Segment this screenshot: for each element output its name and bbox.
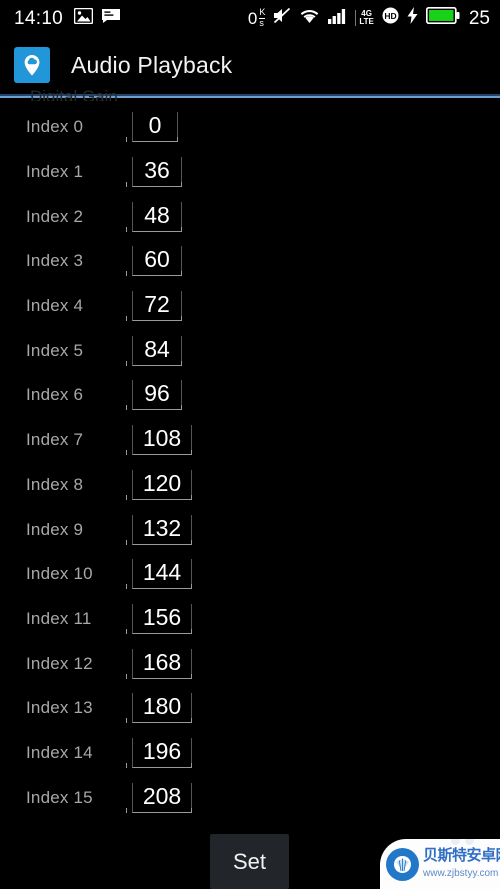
gain-value-input[interactable] [132,246,182,277]
gain-index-row: Index 2 [0,194,500,239]
gain-index-label: Index 14 [26,742,93,762]
shell-logo-icon [386,847,419,881]
gain-value-field-wrapper [126,514,192,545]
action-bar: Audio Playback [0,36,500,94]
gain-value-input[interactable] [132,291,182,322]
gain-index-label: Index 6 [26,385,84,405]
gain-index-row: Index 1 [0,150,500,195]
wifi-icon [299,8,320,29]
set-button[interactable]: Set [210,834,289,889]
network-rate: 0 Ks [247,7,266,28]
gain-value-input[interactable] [132,514,192,545]
page-title: Audio Playback [71,51,233,78]
image-icon [73,7,94,29]
gain-value-input[interactable] [132,782,192,813]
watermark-url: www.zjbstyy.com [423,868,499,879]
watermark-text: 贝斯特安卓网 www.zjbstyy.com [423,848,500,880]
gain-value-field-wrapper [126,246,182,277]
gain-value-input[interactable] [132,157,182,188]
gain-value-field-wrapper [126,693,192,724]
gain-value-field-wrapper [126,291,182,322]
gain-index-label: Index 4 [26,296,84,316]
network-type-indicator: 4G LTE [355,10,374,26]
gain-index-row: Index 11 [0,597,500,642]
gain-index-row: Index 12 [0,641,500,686]
status-bar-system-icons: 0 Ks 4G LTE HD 25 [247,6,490,29]
gain-index-label: Index 9 [26,519,84,539]
watermark-site-name: 贝斯特安卓网 [423,847,500,864]
gain-index-row: Index 6 [0,373,500,418]
mute-icon [273,7,291,29]
gain-value-input[interactable] [132,648,192,679]
gain-value-field-wrapper [126,380,182,411]
gain-value-input[interactable] [132,603,192,634]
gain-value-field-wrapper [126,201,182,232]
gain-value-input[interactable] [132,737,192,768]
gain-value-field-wrapper [126,782,192,813]
svg-text:HD: HD [384,11,396,21]
gain-index-label: Index 3 [26,251,84,271]
gain-index-label: Index 12 [26,653,93,673]
network-rate-value: 0 [247,8,258,28]
gain-value-field-wrapper [126,112,178,143]
gain-index-row: Index 3 [0,239,500,284]
gain-value-field-wrapper [126,737,192,768]
gain-value-field-wrapper [126,157,182,188]
status-bar-clock: 14:10 [14,7,64,29]
gain-value-field-wrapper [126,648,192,679]
gain-index-label: Index 8 [26,474,84,494]
gain-value-input[interactable] [132,425,192,456]
gain-value-input[interactable] [132,380,182,411]
footer-bar: Set 贝斯特安卓网 www.zjbstyy.com [0,819,500,889]
gain-index-label: Index 10 [26,564,93,584]
gain-value-field-wrapper [126,469,192,500]
gain-index-label: Index 0 [26,117,84,137]
gain-index-label: Index 1 [26,162,84,182]
gain-index-list[interactable]: Index 0 Index 1 Index 2 Index 3 Index 4 Index… [0,105,500,820]
site-watermark: 贝斯特安卓网 www.zjbstyy.com [380,839,500,889]
charging-bolt-icon [407,7,418,29]
gain-index-row: Index 0 [0,105,500,150]
gain-index-label: Index 11 [26,608,92,628]
status-bar-notification-icons [73,7,121,29]
gain-value-field-wrapper [126,425,192,456]
gain-value-input[interactable] [132,469,192,500]
signal-bars-icon [328,8,347,29]
gain-index-row: Index 7 [0,418,500,463]
gain-index-label: Index 13 [26,698,93,718]
gain-index-row: Index 10 [0,552,500,597]
battery-percentage: 25 [468,7,490,29]
gain-index-row: Index 8 [0,463,500,508]
gain-value-field-wrapper [126,335,182,366]
gain-index-label: Index 7 [26,430,84,450]
gain-index-row: Index 5 [0,328,500,373]
gain-index-row: Index 13 [0,686,500,731]
gain-value-field-wrapper [126,603,192,634]
gain-index-label: Index 5 [26,340,84,360]
battery-icon [425,6,460,29]
gain-index-row: Index 4 [0,284,500,329]
status-bar: 14:10 0 Ks 4G LTE HD 25 [0,0,500,36]
cloud-pin-icon [14,47,50,83]
network-type-sublabel: LTE [359,17,374,26]
gain-index-row: Index 14 [0,731,500,776]
gain-value-input[interactable] [132,112,178,143]
gain-value-input[interactable] [132,335,182,366]
gain-index-label: Index 15 [26,787,93,807]
watermark-ears-icon [451,839,474,845]
section-header-digital-gain: Digital Gain [30,88,118,101]
message-icon [102,8,121,28]
network-rate-unit: Ks [259,7,266,28]
gain-index-label: Index 2 [26,206,84,226]
hd-icon: HD [382,7,399,29]
gain-value-input[interactable] [132,201,182,232]
gain-index-row: Index 9 [0,507,500,552]
gain-value-input[interactable] [132,559,192,590]
gain-value-input[interactable] [132,693,192,724]
gain-index-row: Index 15 [0,775,500,820]
gain-value-field-wrapper [126,559,192,590]
